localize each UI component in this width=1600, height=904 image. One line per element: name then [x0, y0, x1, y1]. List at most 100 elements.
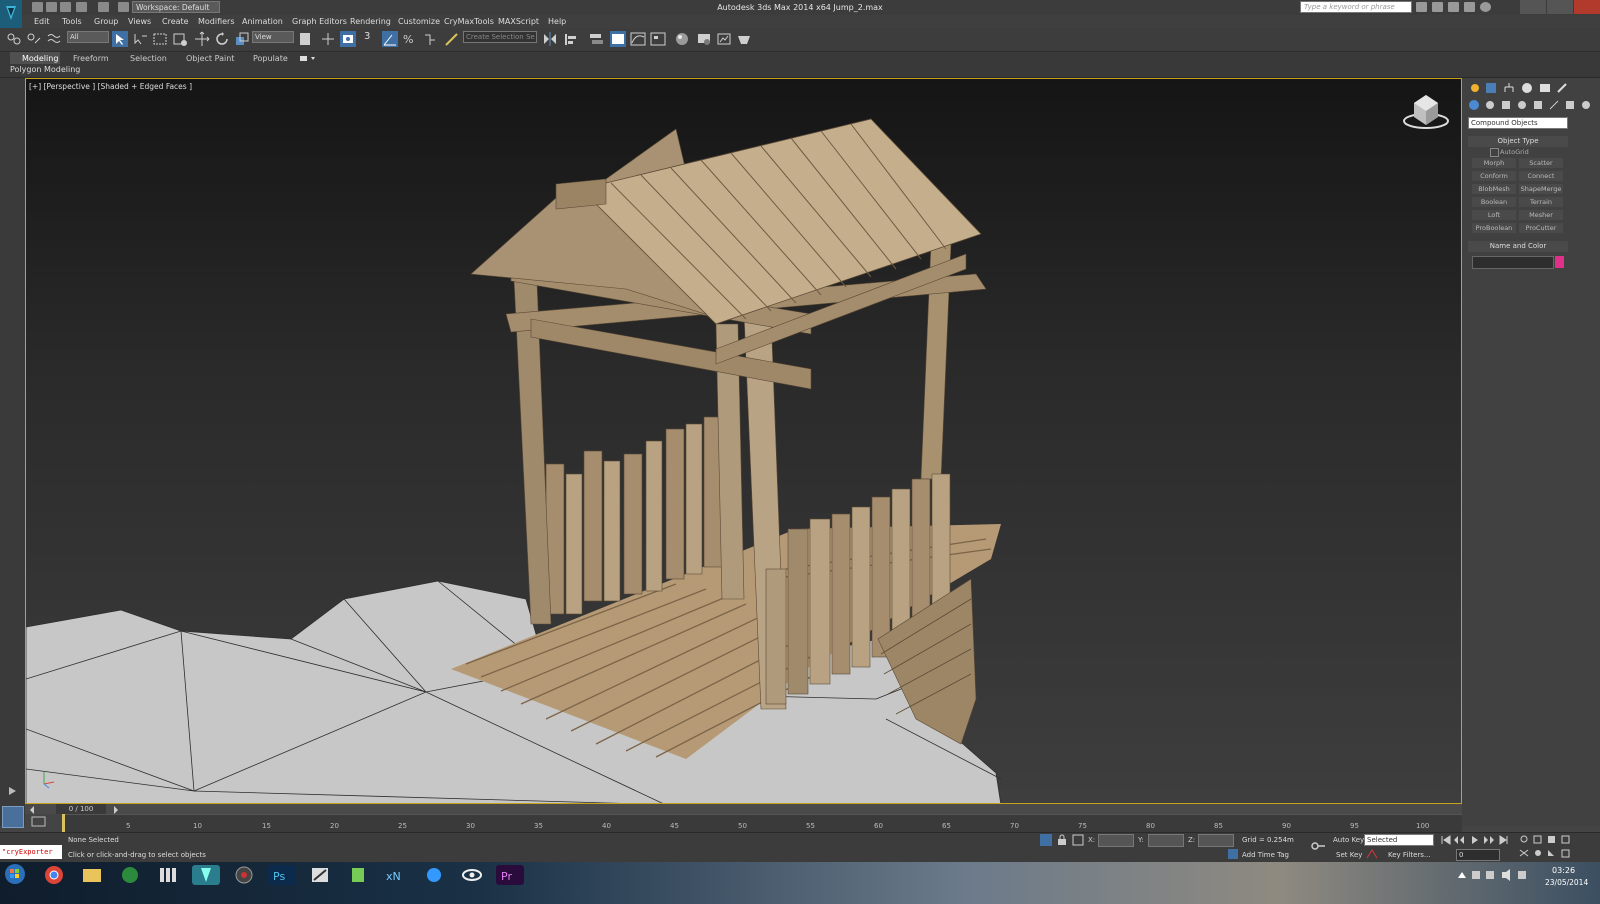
track-view-icon[interactable]: [30, 815, 48, 829]
shapemerge-button[interactable]: ShapeMerge: [1519, 184, 1563, 194]
blobmesh-button[interactable]: BlobMesh: [1472, 184, 1516, 194]
isolate-selection-icon[interactable]: [1040, 834, 1052, 846]
layer-manager-icon[interactable]: [588, 31, 604, 47]
app-blue-icon[interactable]: [420, 865, 448, 885]
render-setup-icon[interactable]: [696, 31, 712, 47]
name-color-rollout-header[interactable]: Name and Color: [1468, 241, 1568, 252]
curve-editor-icon[interactable]: [630, 31, 646, 47]
3dsmax-taskbar-icon[interactable]: [192, 865, 220, 885]
time-slider-track[interactable]: [25, 804, 1462, 814]
play-small-icon[interactable]: [6, 785, 18, 797]
create-tab-icon[interactable]: [1468, 81, 1482, 95]
schematic-view-icon[interactable]: [650, 31, 666, 47]
app-circle-icon[interactable]: [230, 865, 258, 885]
notepad-plus-icon[interactable]: [344, 865, 372, 885]
hierarchy-tab-icon[interactable]: [1502, 81, 1516, 95]
menu-crymaxtools[interactable]: CryMaxTools: [444, 15, 494, 28]
menu-views[interactable]: Views: [128, 15, 151, 28]
keyboard-shortcut-override-icon[interactable]: [340, 31, 356, 47]
rotate-icon[interactable]: [214, 31, 230, 47]
connect-button[interactable]: Connect: [1519, 171, 1563, 181]
pivot-center-icon[interactable]: [298, 31, 314, 47]
project-folder-icon[interactable]: [118, 2, 129, 12]
angle-snap-icon[interactable]: [382, 31, 398, 47]
menu-modifiers[interactable]: Modifiers: [198, 15, 235, 28]
time-ruler[interactable]: [62, 814, 1462, 833]
named-selection-dropdown[interactable]: Create Selection Se: [463, 31, 537, 43]
help-icon[interactable]: [1480, 2, 1491, 12]
x-coord-input[interactable]: [1098, 834, 1134, 847]
display-tab-icon[interactable]: [1538, 81, 1552, 95]
scale-icon[interactable]: [234, 31, 250, 47]
object-category-dropdown[interactable]: Compound Objects: [1468, 117, 1568, 129]
ribbon-tab-modeling[interactable]: Modeling: [22, 53, 58, 64]
move-icon[interactable]: [194, 31, 210, 47]
window-crossing-icon[interactable]: [172, 31, 188, 47]
subscription-icon[interactable]: [1432, 2, 1443, 12]
proboolean-button[interactable]: ProBoolean: [1472, 223, 1516, 233]
maxscript-listener-input[interactable]: "cryExporter: [0, 845, 62, 859]
undo-icon[interactable]: [76, 2, 87, 12]
menu-animation[interactable]: Animation: [242, 15, 283, 28]
time-slider-thumb[interactable]: 0 / 100: [56, 804, 106, 814]
menu-maxscript[interactable]: MAXScript: [498, 15, 539, 28]
app-menu-button[interactable]: [0, 0, 22, 28]
open-file-icon[interactable]: [46, 2, 57, 12]
modify-tab-icon[interactable]: [1484, 81, 1498, 95]
scatter-button[interactable]: Scatter: [1519, 158, 1563, 168]
taskbar-clock-date[interactable]: 23/05/2014: [1545, 878, 1588, 887]
maximize-button[interactable]: [1547, 0, 1573, 14]
search-input[interactable]: Type a keyword or phrase: [1300, 1, 1412, 13]
material-editor-icon[interactable]: [674, 31, 690, 47]
xnview-icon[interactable]: xN: [382, 865, 410, 885]
spinner-snap-icon[interactable]: [422, 31, 438, 47]
percent-snap-icon[interactable]: %: [402, 31, 418, 47]
morph-button[interactable]: Morph: [1472, 158, 1516, 168]
align-icon[interactable]: [562, 31, 578, 47]
menu-rendering[interactable]: Rendering: [350, 15, 391, 28]
ribbon-options-icon[interactable]: [300, 55, 316, 63]
ribbon-tab-object-paint[interactable]: Object Paint: [186, 53, 234, 64]
mesher-button[interactable]: Mesher: [1519, 210, 1563, 220]
paint-tool-icon[interactable]: [306, 865, 334, 885]
procutter-button[interactable]: ProCutter: [1519, 223, 1563, 233]
create-category-icons[interactable]: [1468, 99, 1598, 111]
autogrid-checkbox[interactable]: [1490, 148, 1499, 157]
snap-toggle-label[interactable]: 3: [364, 31, 370, 42]
selection-filter-dropdown[interactable]: All: [67, 31, 109, 43]
absolute-mode-icon[interactable]: [1072, 834, 1084, 846]
current-frame-input[interactable]: 0: [1456, 849, 1500, 861]
rendered-frame-window-icon[interactable]: [716, 31, 732, 47]
reference-coordinate-dropdown[interactable]: View: [252, 31, 294, 43]
menu-graph-editors[interactable]: Graph Editors: [292, 15, 347, 28]
next-frame-arrow-icon[interactable]: [112, 806, 120, 814]
menu-tools[interactable]: Tools: [62, 15, 82, 28]
save-file-icon[interactable]: [60, 2, 71, 12]
ribbon-tab-populate[interactable]: Populate: [253, 53, 288, 64]
key-mode-icon[interactable]: [1366, 849, 1378, 859]
utilities-tab-icon[interactable]: [1555, 81, 1569, 95]
set-key-button[interactable]: Set Key: [1336, 851, 1362, 859]
z-coord-input[interactable]: [1198, 834, 1234, 847]
eye-app-icon[interactable]: [458, 865, 486, 885]
new-file-icon[interactable]: [32, 2, 43, 12]
set-key-icon[interactable]: [1310, 838, 1326, 854]
select-manipulate-icon[interactable]: [320, 31, 336, 47]
columns-app-icon[interactable]: [154, 865, 182, 885]
motion-tab-icon[interactable]: [1520, 81, 1534, 95]
object-name-input[interactable]: [1472, 256, 1554, 269]
selection-lock-icon[interactable]: [1056, 834, 1068, 846]
taskbar-clock-time[interactable]: 03:26: [1552, 866, 1575, 875]
viewport-navigation-controls[interactable]: [1518, 834, 1598, 860]
menu-create[interactable]: Create: [162, 15, 189, 28]
ribbon-panel-polygon-modeling[interactable]: Polygon Modeling: [10, 65, 80, 74]
favorites-icon[interactable]: [1464, 2, 1475, 12]
bind-spacewarp-icon[interactable]: [46, 31, 62, 47]
communication-icon[interactable]: [1448, 2, 1459, 12]
redo-icon[interactable]: [98, 2, 109, 12]
chrome-icon[interactable]: [40, 865, 68, 885]
perspective-viewport[interactable]: [+] [Perspective ] [Shaded + Edged Faces…: [25, 78, 1462, 804]
ribbon-tab-selection[interactable]: Selection: [130, 53, 167, 64]
boolean-button[interactable]: Boolean: [1472, 197, 1516, 207]
menu-edit[interactable]: Edit: [34, 15, 50, 28]
